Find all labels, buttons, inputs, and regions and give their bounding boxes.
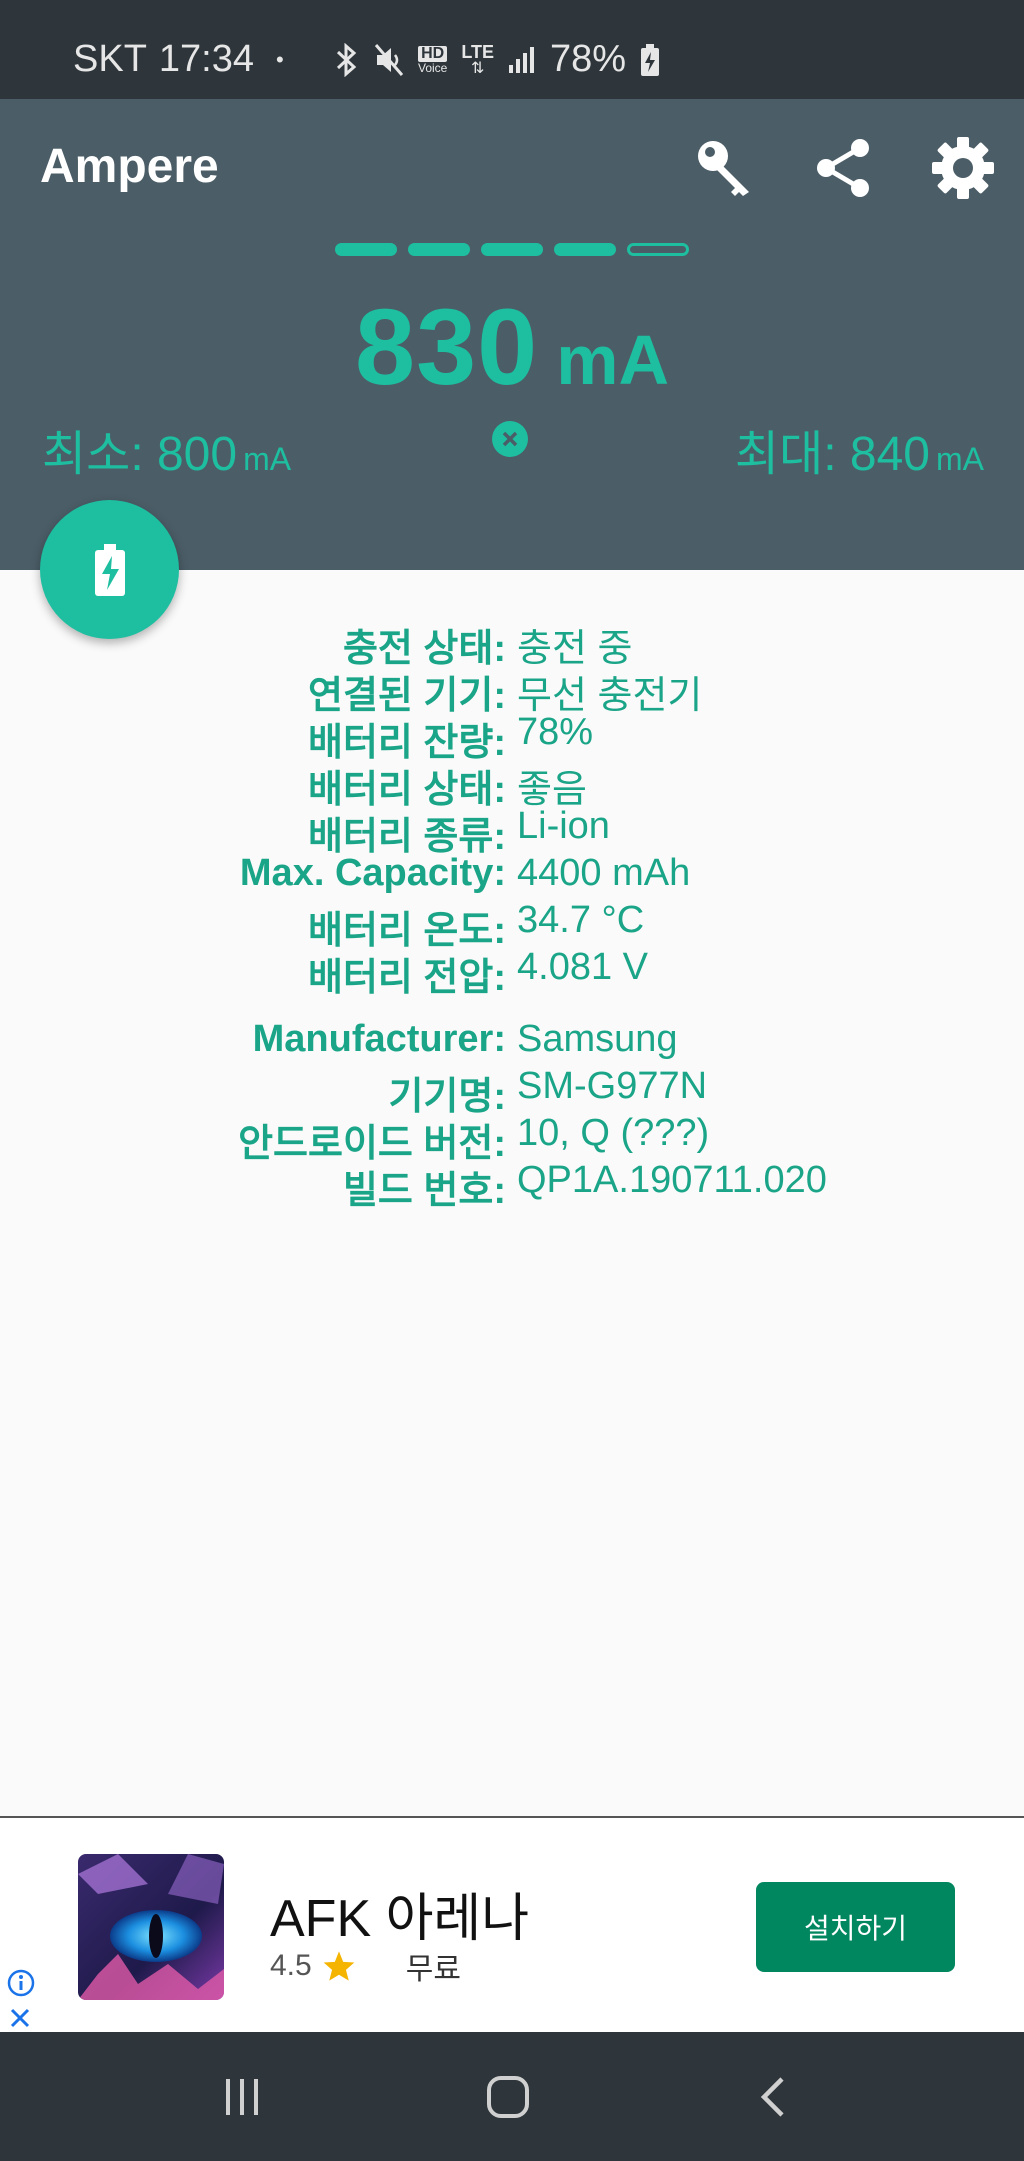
- close-icon: [502, 431, 518, 447]
- info-row: 안드로이드 버전: 10, Q (???): [0, 1112, 1024, 1165]
- back-icon: [760, 2077, 784, 2117]
- info-row: 배터리 종류: Li-ion: [0, 805, 1024, 858]
- home-button[interactable]: [468, 2062, 548, 2132]
- key-icon[interactable]: [690, 133, 760, 203]
- share-icon[interactable]: [809, 133, 879, 203]
- info-row: 기기명: SM-G977N: [0, 1065, 1024, 1118]
- battery-percent: 78%: [550, 38, 627, 80]
- info-row: 배터리 전압: 4.081 V: [0, 946, 1024, 999]
- bluetooth-icon: [334, 40, 360, 80]
- current-level-indicator: [335, 243, 689, 256]
- info-value: 4.081 V: [517, 946, 648, 988]
- ad-title[interactable]: AFK 아레나: [270, 1876, 529, 1951]
- settings-gear-icon[interactable]: [928, 133, 998, 203]
- min-unit: mA: [243, 441, 292, 477]
- min-label: 최소: 800: [42, 428, 238, 481]
- info-value: SM-G977N: [517, 1065, 708, 1107]
- info-row: 배터리 잔량: 78%: [0, 711, 1024, 764]
- min-reading: 최소: 800 mA: [42, 414, 291, 484]
- info-value: 4400 mAh: [517, 852, 691, 894]
- battery-charging-icon: [94, 543, 125, 596]
- info-row: 빌드 번호: QP1A.190711.020: [0, 1159, 1024, 1212]
- max-label: 최대: 840: [734, 428, 930, 481]
- data-arrows-icon: ⇅: [470, 59, 485, 77]
- mute-icon: [374, 40, 404, 80]
- signal-icon: [508, 40, 536, 80]
- recent-apps-button[interactable]: [202, 2062, 282, 2132]
- carrier-label: SKT: [73, 38, 147, 80]
- info-value: 10, Q (???): [517, 1112, 710, 1154]
- home-icon: [487, 2076, 529, 2118]
- info-value: 78%: [517, 711, 594, 753]
- level-segment: [335, 243, 397, 256]
- max-unit: mA: [936, 441, 984, 477]
- level-segment: [554, 243, 616, 256]
- ad-rating: 4.5: [270, 1949, 312, 1982]
- level-segment: [627, 243, 689, 256]
- recent-apps-icon: [226, 2079, 258, 2115]
- star-icon: [323, 1951, 355, 1981]
- ad-banner[interactable]: AFK 아레나 4.5 무료 설치하기: [0, 1816, 1024, 2034]
- info-row: 배터리 온도: 34.7 °C: [0, 899, 1024, 952]
- ad-info-icon[interactable]: [6, 1968, 36, 1998]
- info-value: Li-ion: [517, 805, 610, 847]
- info-row: 연결된 기기: 무선 충전기: [0, 664, 1024, 717]
- current-reading: 830 mA: [0, 284, 1024, 409]
- info-value: QP1A.190711.020: [517, 1159, 827, 1201]
- ad-meta: 4.5 무료: [270, 1944, 461, 1988]
- ad-price: 무료: [405, 1953, 461, 1986]
- status-bar: SKT 17:34 • HD Voice LTE ⇅ 78%: [0, 0, 1024, 99]
- level-segment: [481, 243, 543, 256]
- current-unit: mA: [556, 321, 669, 399]
- current-value: 830: [355, 286, 539, 407]
- lte-label: LTE: [461, 41, 495, 62]
- info-row: 충전 상태: 충전 중: [0, 617, 1024, 670]
- info-label: 빌드 번호:: [342, 1170, 506, 1212]
- lte-icon: LTE ⇅: [461, 40, 494, 80]
- install-button[interactable]: 설치하기: [756, 1882, 955, 1972]
- info-row: Manufacturer: Samsung: [0, 1018, 1024, 1065]
- info-label: Max. Capacity:: [239, 852, 506, 894]
- hd-label: HD: [418, 45, 448, 62]
- ad-app-icon[interactable]: [78, 1854, 224, 2000]
- voice-label: Voice: [418, 60, 448, 75]
- info-label: Manufacturer:: [252, 1018, 506, 1060]
- notification-dot: •: [276, 46, 284, 72]
- navigation-bar: [0, 2032, 1024, 2161]
- info-row: 배터리 상태: 좋음: [0, 758, 1024, 811]
- battery-charging-icon: [640, 40, 660, 80]
- ad-close-icon[interactable]: [0, 2002, 40, 2034]
- info-row: Max. Capacity: 4400 mAh: [0, 852, 1024, 899]
- app-header: Ampere 830 mA 최소: 800 mA 최대: 840 mA: [0, 99, 1024, 570]
- max-reading: 최대: 840 mA: [735, 414, 984, 484]
- info-label: 배터리 전압:: [307, 957, 506, 999]
- info-value: Samsung: [517, 1018, 678, 1060]
- clock: 17:34: [158, 38, 254, 80]
- back-button[interactable]: [734, 2062, 814, 2132]
- info-value: 34.7 °C: [517, 899, 645, 941]
- hd-voice-icon: HD Voice: [418, 40, 447, 80]
- app-title: Ampere: [40, 140, 219, 193]
- reset-minmax-button[interactable]: [492, 421, 528, 457]
- level-segment: [408, 243, 470, 256]
